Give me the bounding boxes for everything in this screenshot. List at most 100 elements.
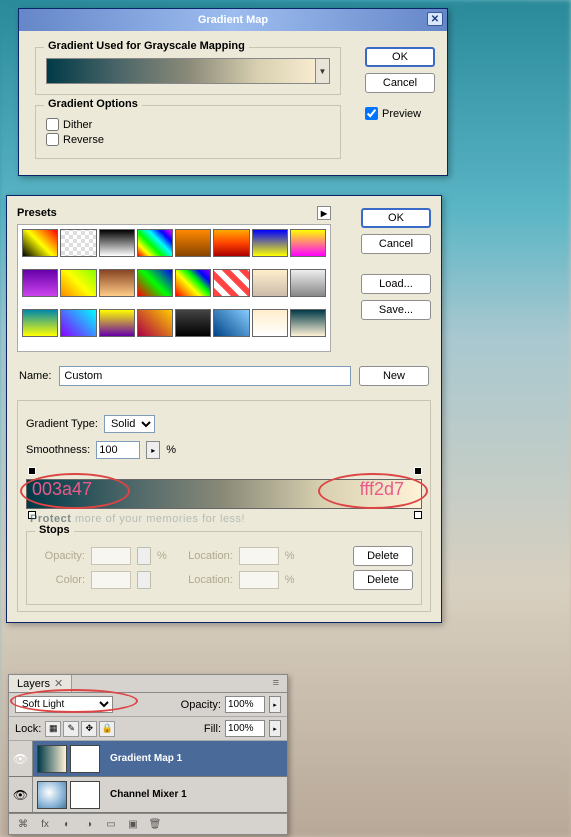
preset-swatch[interactable] <box>290 269 326 297</box>
lock-pixels-icon[interactable]: ✎ <box>63 721 79 737</box>
location-input <box>239 571 279 589</box>
dither-checkbox[interactable]: Dither <box>46 118 330 131</box>
stops-label: Stops <box>35 524 74 536</box>
dither-label: Dither <box>63 119 92 131</box>
cancel-button[interactable]: Cancel <box>361 234 431 254</box>
layer-style-icon[interactable]: fx <box>35 816 55 832</box>
preview-input[interactable] <box>365 107 378 120</box>
dither-input[interactable] <box>46 118 59 131</box>
preset-swatch[interactable] <box>252 229 288 257</box>
presets-menu-arrow[interactable]: ▶ <box>317 206 331 220</box>
preset-swatch[interactable] <box>175 269 211 297</box>
layer-thumbnail[interactable] <box>37 781 67 809</box>
preset-swatch[interactable] <box>290 229 326 257</box>
gradient-preview-bar[interactable]: ▼ <box>46 58 330 84</box>
panel-menu-icon[interactable]: ≡ <box>267 675 287 692</box>
preset-swatch[interactable] <box>60 269 96 297</box>
new-button[interactable]: New <box>359 366 429 386</box>
layer-mask-icon[interactable]: ◐ <box>57 816 77 832</box>
gradient-type-label: Gradient Type: <box>26 418 98 430</box>
preset-swatch[interactable] <box>175 309 211 337</box>
ok-button[interactable]: OK <box>365 47 435 67</box>
save-button[interactable]: Save... <box>361 300 431 320</box>
color-spinner <box>137 571 151 589</box>
ok-button[interactable]: OK <box>361 208 431 228</box>
layers-tab[interactable]: Layers✕ <box>9 675 72 692</box>
delete-color-button[interactable]: Delete <box>353 570 413 590</box>
cancel-button[interactable]: Cancel <box>365 73 435 93</box>
trash-icon[interactable]: 🗑 <box>145 816 165 832</box>
preset-swatch[interactable] <box>290 309 326 337</box>
lock-transparency-icon[interactable]: ▦ <box>45 721 61 737</box>
preset-swatch[interactable] <box>99 309 135 337</box>
preset-swatch[interactable] <box>175 229 211 257</box>
smoothness-input[interactable] <box>96 441 140 459</box>
fill-spinner[interactable]: ▸ <box>269 720 281 737</box>
group-icon[interactable]: ▭ <box>101 816 121 832</box>
preset-swatch[interactable] <box>213 309 249 337</box>
reverse-input[interactable] <box>46 133 59 146</box>
delete-opacity-button[interactable]: Delete <box>353 546 413 566</box>
layer-mask-thumbnail[interactable] <box>70 781 100 809</box>
close-icon[interactable]: ✕ <box>427 12 443 26</box>
opacity-input[interactable] <box>225 696 265 713</box>
lock-all-icon[interactable]: 🔒 <box>99 721 115 737</box>
fill-label: Fill: <box>204 723 221 735</box>
fill-input[interactable] <box>225 720 265 737</box>
gradient-type-select[interactable]: Solid <box>104 415 155 433</box>
reverse-label: Reverse <box>63 134 104 146</box>
smoothness-unit: % <box>166 444 176 456</box>
gradient-map-title: Gradient Map <box>198 14 268 26</box>
pct-label: % <box>285 574 295 586</box>
preset-swatch[interactable] <box>22 309 58 337</box>
visibility-icon[interactable]: 👁 <box>9 777 33 812</box>
opacity-stop-left[interactable] <box>26 467 36 477</box>
blend-mode-select[interactable]: Soft Light <box>15 696 113 713</box>
color-stop-left[interactable] <box>26 511 36 521</box>
load-button[interactable]: Load... <box>361 274 431 294</box>
preset-swatch[interactable] <box>60 229 96 257</box>
preset-swatch[interactable] <box>252 309 288 337</box>
gradient-map-titlebar[interactable]: Gradient Map ✕ <box>19 9 447 31</box>
preset-swatch[interactable] <box>22 269 58 297</box>
presets-grid[interactable] <box>17 224 331 352</box>
layer-item-channel-mixer[interactable]: 👁 Channel Mixer 1 <box>9 777 287 813</box>
preset-swatch[interactable] <box>137 309 173 337</box>
preset-swatch[interactable] <box>137 269 173 297</box>
opacity-spinner[interactable]: ▸ <box>269 696 281 713</box>
layer-thumbnail[interactable] <box>37 745 67 773</box>
preset-swatch[interactable] <box>99 229 135 257</box>
link-layers-icon[interactable]: ⌘ <box>13 816 33 832</box>
preset-swatch[interactable] <box>137 229 173 257</box>
location-label: Location: <box>183 550 233 562</box>
preset-swatch[interactable] <box>22 229 58 257</box>
lock-position-icon[interactable]: ✥ <box>81 721 97 737</box>
preset-swatch[interactable] <box>60 309 96 337</box>
smoothness-spinner[interactable]: ▸ <box>146 441 160 459</box>
layer-item-gradient-map[interactable]: 👁 Gradient Map 1 <box>9 741 287 777</box>
close-icon[interactable]: ✕ <box>54 678 63 690</box>
preset-swatch[interactable] <box>213 269 249 297</box>
name-label: Name: <box>19 370 51 382</box>
hex-left-label: 003a47 <box>32 479 92 500</box>
visibility-icon[interactable]: 👁 <box>9 741 33 776</box>
preview-checkbox[interactable]: Preview <box>365 107 435 120</box>
adjustment-layer-icon[interactable]: ◑ <box>79 816 99 832</box>
hex-right-label: fff2d7 <box>360 479 404 500</box>
color-swatch-input <box>91 571 131 589</box>
preset-swatch[interactable] <box>99 269 135 297</box>
opacity-stop-right[interactable] <box>412 467 422 477</box>
gradient-fill <box>47 59 315 83</box>
gradient-strip-editor[interactable]: 003a47 fff2d7 <box>26 467 422 521</box>
preset-swatch[interactable] <box>252 269 288 297</box>
preset-swatch[interactable] <box>213 229 249 257</box>
pct-label: % <box>157 550 167 562</box>
preview-label: Preview <box>382 108 421 120</box>
gradient-dropdown-arrow[interactable]: ▼ <box>315 59 329 83</box>
name-input[interactable] <box>59 366 351 386</box>
reverse-checkbox[interactable]: Reverse <box>46 133 330 146</box>
color-stop-right[interactable] <box>412 511 422 521</box>
layer-mask-thumbnail[interactable] <box>70 745 100 773</box>
layers-footer: ⌘ fx ◐ ◑ ▭ ▣ 🗑 <box>9 813 287 834</box>
new-layer-icon[interactable]: ▣ <box>123 816 143 832</box>
